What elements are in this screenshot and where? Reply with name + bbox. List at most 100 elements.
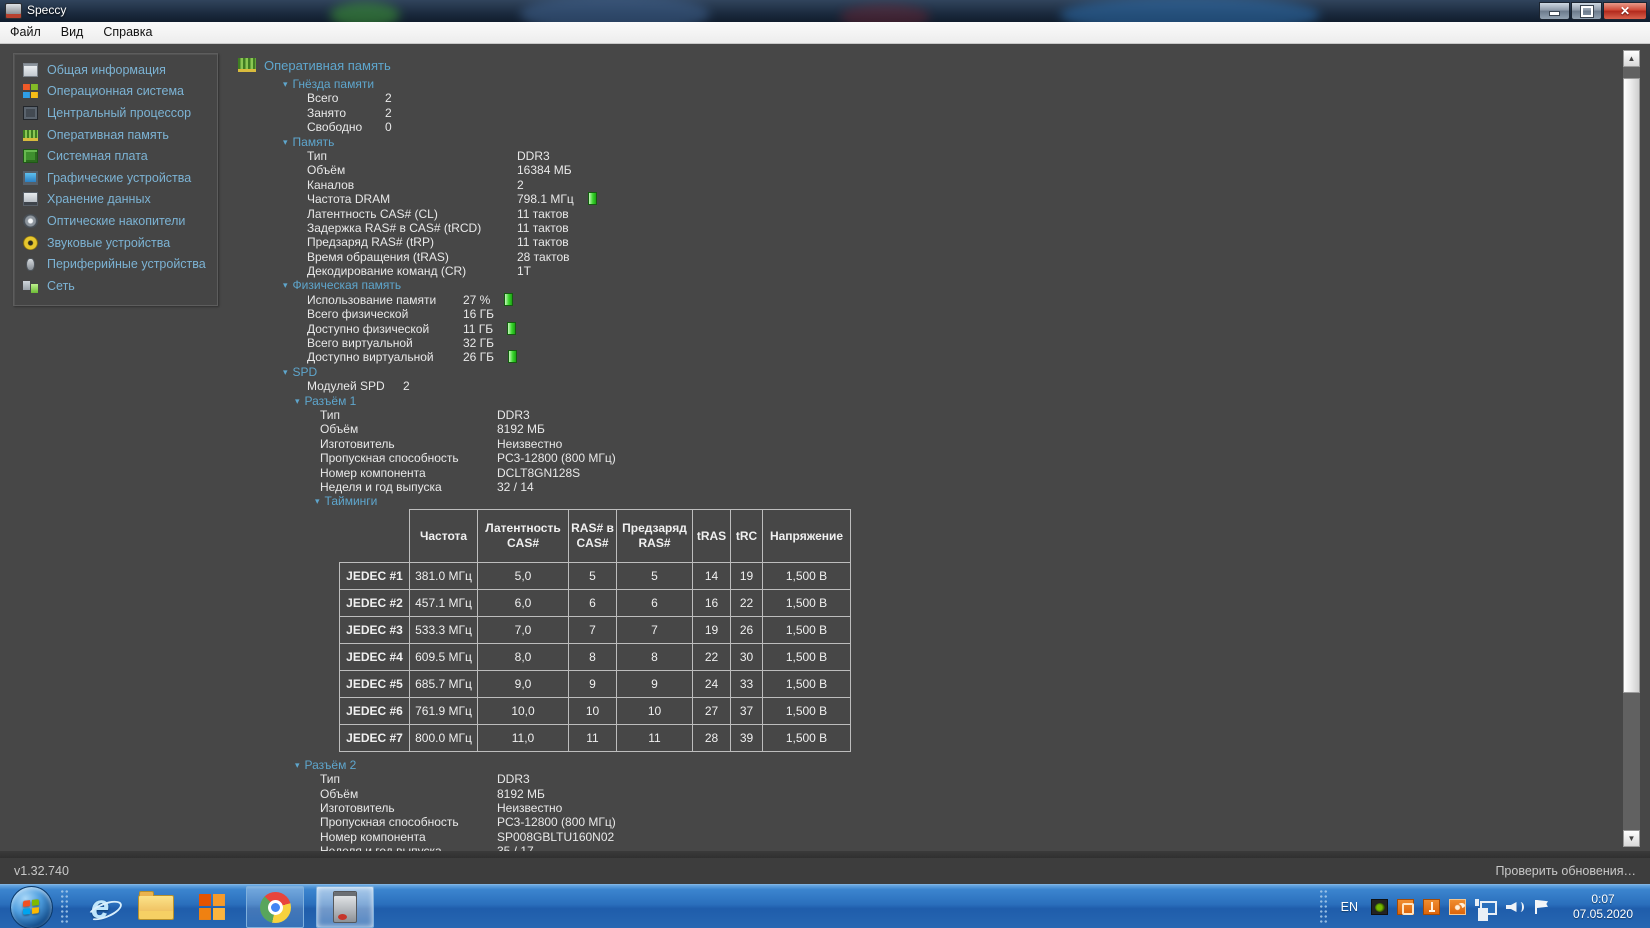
sidebar-item-graphics[interactable]: Графические устройства bbox=[14, 167, 217, 189]
table-cell: 26 bbox=[731, 616, 763, 643]
scroll-down-button[interactable]: ▼ bbox=[1623, 830, 1640, 847]
sidebar-item-audio[interactable]: Звуковые устройства bbox=[14, 232, 217, 254]
info-label: Время обращения (tRAS) bbox=[307, 250, 517, 264]
sensor-tray-icon-1[interactable] bbox=[1397, 899, 1414, 915]
taskbar-item-google-chrome[interactable] bbox=[246, 886, 304, 928]
section-header[interactable]: ▾ Гнёзда памяти bbox=[238, 77, 1608, 91]
info-label: Занято bbox=[307, 106, 385, 120]
row-header: JEDEC #7 bbox=[340, 724, 410, 751]
info-value: 35 / 17 bbox=[497, 844, 534, 851]
section-label: Разъём 1 bbox=[305, 394, 357, 408]
section-header[interactable]: ▾Физическая память bbox=[238, 278, 1608, 292]
sidebar-item-motherboard[interactable]: Системная плата bbox=[14, 145, 217, 167]
mouse-icon bbox=[26, 258, 35, 271]
row-header: JEDEC #2 bbox=[340, 589, 410, 616]
info-value: 8192 МБ bbox=[497, 787, 545, 801]
sensor-tray-icon-2[interactable] bbox=[1423, 899, 1440, 915]
volume-tray-icon[interactable] bbox=[1506, 899, 1524, 915]
info-row: Объём16384 МБ bbox=[238, 163, 1608, 177]
table-cell: 1,500 В bbox=[763, 616, 851, 643]
info-value: DDR3 bbox=[517, 149, 550, 163]
collapse-triangle-icon: ▾ bbox=[283, 79, 288, 89]
sidebar-item-os[interactable]: Операционная система bbox=[14, 81, 217, 103]
section-header[interactable]: ▾Тайминги bbox=[238, 494, 1608, 508]
category-sidebar: Общая информацияОперационная системаЦент… bbox=[13, 53, 218, 306]
info-value: 2 bbox=[517, 178, 524, 192]
table-cell: 8 bbox=[617, 643, 693, 670]
info-label: Частота DRAM bbox=[307, 192, 517, 206]
scrollbar-thumb[interactable] bbox=[1623, 78, 1640, 693]
vertical-scrollbar[interactable]: ▲ ▼ bbox=[1623, 50, 1640, 847]
check-updates-link[interactable]: Проверить обновения… bbox=[1495, 864, 1636, 878]
sidebar-item-general[interactable]: Общая информация bbox=[14, 59, 217, 81]
taskbar-grip[interactable] bbox=[60, 889, 69, 925]
info-row: Задержка RAS# в CAS# (tRCD)11 тактов bbox=[238, 221, 1608, 235]
window-title: Speccy bbox=[27, 3, 66, 17]
sidebar-item-optical[interactable]: Оптические накопители bbox=[14, 210, 217, 232]
column-header: Частота bbox=[410, 509, 478, 562]
language-indicator[interactable]: EN bbox=[1337, 900, 1362, 914]
info-row: Пропускная способностьPC3-12800 (800 МГц… bbox=[238, 815, 1608, 829]
section-header[interactable]: ▾Разъём 2 bbox=[238, 758, 1608, 772]
sidebar-item-cpu[interactable]: Центральный процессор bbox=[14, 102, 217, 124]
taskbar-item-speccy[interactable] bbox=[316, 886, 374, 928]
table-cell: 14 bbox=[693, 562, 731, 589]
column-header: Предзаряд RAS# bbox=[617, 509, 693, 562]
sidebar-item-label: Графические устройства bbox=[47, 171, 191, 185]
info-label: Неделя и год выпуска bbox=[320, 844, 497, 851]
internet-explorer-icon: e bbox=[91, 892, 109, 922]
menu-help[interactable]: Справка bbox=[93, 22, 162, 43]
table-cell: 11 bbox=[569, 724, 617, 751]
taskbar-item-microsoft-office[interactable] bbox=[190, 887, 234, 927]
nvidia-settings-tray-icon[interactable] bbox=[1371, 899, 1388, 915]
section-header[interactable]: ▾Память bbox=[238, 135, 1608, 149]
table-cell: 1,500 В bbox=[763, 562, 851, 589]
info-label: Изготовитель bbox=[320, 801, 497, 815]
info-label: Доступно виртуальной bbox=[307, 350, 463, 364]
row-header: JEDEC #5 bbox=[340, 670, 410, 697]
table-cell: 685.7 МГц bbox=[410, 670, 478, 697]
speccy-app-icon bbox=[5, 3, 22, 19]
sidebar-item-peripherals[interactable]: Периферийные устройства bbox=[14, 253, 217, 275]
info-value: PC3-12800 (800 МГц) bbox=[497, 451, 616, 465]
table-cell: 19 bbox=[731, 562, 763, 589]
section-label: Гнёзда памяти bbox=[293, 77, 375, 91]
table-cell: 5,0 bbox=[478, 562, 569, 589]
info-value: 28 тактов bbox=[517, 250, 570, 264]
menu-view[interactable]: Вид bbox=[51, 22, 94, 43]
info-row: ТипDDR3 bbox=[238, 408, 1608, 422]
close-button[interactable]: ✕ bbox=[1603, 2, 1647, 20]
sidebar-item-ram[interactable]: Оперативная память bbox=[14, 124, 217, 146]
info-row: ИзготовительНеизвестно bbox=[238, 801, 1608, 815]
clock[interactable]: 0:07 07.05.2020 bbox=[1564, 892, 1642, 922]
section-header[interactable]: ▾SPD bbox=[238, 365, 1608, 379]
table-cell: 10 bbox=[617, 697, 693, 724]
info-label: Всего bbox=[307, 91, 385, 105]
info-row: Предзаряд RAS# (tRP)11 тактов bbox=[238, 235, 1608, 249]
network-tray-icon[interactable] bbox=[1475, 899, 1497, 915]
info-label: Доступно физической bbox=[307, 322, 463, 336]
sidebar-item-network[interactable]: Сеть bbox=[14, 275, 217, 297]
scroll-up-button[interactable]: ▲ bbox=[1623, 50, 1640, 67]
info-value: 798.1 МГц bbox=[517, 192, 574, 206]
taskbar-item-internet-explorer[interactable]: e bbox=[78, 887, 122, 927]
tray-grip[interactable] bbox=[1319, 889, 1328, 925]
section-label: SPD bbox=[293, 365, 318, 379]
section-header[interactable]: ▾Разъём 1 bbox=[238, 394, 1608, 408]
table-cell: 9 bbox=[569, 670, 617, 697]
table-cell: 1,500 В bbox=[763, 643, 851, 670]
info-row: Пропускная способностьPC3-12800 (800 МГц… bbox=[238, 451, 1608, 465]
start-button[interactable] bbox=[10, 886, 53, 928]
restore-button[interactable] bbox=[1571, 2, 1602, 20]
green-level-bar-icon bbox=[504, 293, 513, 306]
minimize-button[interactable] bbox=[1539, 2, 1570, 20]
page-header: Оперативная память bbox=[238, 57, 1608, 73]
action-center-tray-icon[interactable] bbox=[1533, 899, 1551, 915]
sensor-tray-icon-3[interactable] bbox=[1449, 899, 1466, 915]
info-value: DDR3 bbox=[497, 408, 530, 422]
menu-file[interactable]: Файл bbox=[0, 22, 51, 43]
sidebar-item-label: Сеть bbox=[47, 279, 75, 293]
taskbar-item-windows-explorer[interactable] bbox=[134, 887, 178, 927]
sidebar-item-storage[interactable]: Хранение данных bbox=[14, 189, 217, 211]
version-label: v1.32.740 bbox=[14, 864, 69, 878]
